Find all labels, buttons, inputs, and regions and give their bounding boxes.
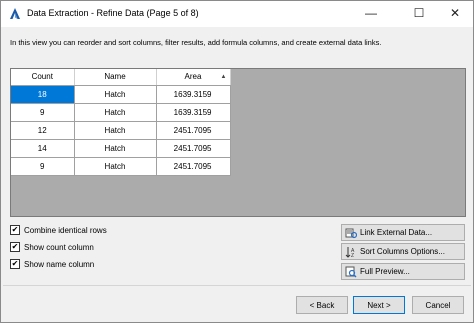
back-button[interactable]: < Back: [296, 296, 348, 314]
show-count-column-checkbox[interactable]: ✔: [10, 242, 20, 252]
column-header-label: Name: [104, 72, 126, 82]
table-row[interactable]: 14 Hatch 2451.7095: [11, 139, 231, 158]
sort-icon: A Z: [345, 246, 357, 258]
cell-count[interactable]: 9: [11, 157, 75, 176]
next-button[interactable]: Next >: [353, 296, 405, 314]
svg-text:Z: Z: [351, 253, 354, 258]
table-row[interactable]: 18 Hatch 1639.3159: [11, 85, 231, 104]
sort-columns-options-button[interactable]: A Z Sort Columns Options...: [341, 243, 465, 260]
column-header-label: Count: [31, 72, 53, 82]
cell-count[interactable]: 18: [11, 85, 75, 104]
maximize-button[interactable]: ☐: [399, 1, 439, 25]
cancel-button[interactable]: Cancel: [412, 296, 464, 314]
preview-icon: [345, 266, 357, 278]
cell-area[interactable]: 2451.7095: [156, 157, 231, 176]
table-row[interactable]: 9 Hatch 2451.7095: [11, 157, 231, 176]
show-count-column-label: Show count column: [24, 242, 94, 252]
cell-name[interactable]: Hatch: [74, 157, 157, 176]
link-external-data-button[interactable]: Link External Data...: [341, 224, 465, 241]
cell-count[interactable]: 9: [11, 103, 75, 122]
full-preview-label: Full Preview...: [360, 267, 410, 276]
page-description: In this view you can reorder and sort co…: [10, 38, 382, 47]
show-name-column-checkbox[interactable]: ✔: [10, 259, 20, 269]
combine-identical-rows-option[interactable]: ✔ Combine identical rows: [10, 224, 107, 236]
cell-area[interactable]: 1639.3159: [156, 103, 231, 122]
show-name-column-label: Show name column: [24, 259, 95, 269]
footer-divider: [3, 285, 471, 286]
sort-columns-options-label: Sort Columns Options...: [360, 247, 445, 256]
table-row[interactable]: 9 Hatch 1639.3159: [11, 103, 231, 122]
show-name-column-option[interactable]: ✔ Show name column: [10, 258, 94, 270]
link-data-icon: [345, 227, 357, 239]
minimize-button[interactable]: —: [351, 1, 391, 25]
cell-name[interactable]: Hatch: [74, 85, 157, 104]
full-preview-button[interactable]: Full Preview...: [341, 263, 465, 280]
window-title: Data Extraction - Refine Data (Page 5 of…: [27, 8, 199, 18]
cell-count[interactable]: 14: [11, 139, 75, 158]
column-header-count[interactable]: Count: [11, 69, 75, 86]
column-header-area[interactable]: Area ▲: [156, 69, 231, 86]
title-bar: Data Extraction - Refine Data (Page 5 of…: [1, 1, 473, 27]
cell-area[interactable]: 1639.3159: [156, 85, 231, 104]
cell-area[interactable]: 2451.7095: [156, 121, 231, 140]
cell-name[interactable]: Hatch: [74, 121, 157, 140]
data-extraction-dialog: Data Extraction - Refine Data (Page 5 of…: [0, 0, 474, 323]
data-grid: Count Name Area ▲ 18 Hatch 1639.3159 9 H…: [11, 69, 231, 176]
combine-identical-rows-label: Combine identical rows: [24, 225, 107, 235]
table-row[interactable]: 12 Hatch 2451.7095: [11, 121, 231, 140]
close-button[interactable]: ✕: [435, 1, 474, 25]
combine-identical-rows-checkbox[interactable]: ✔: [10, 225, 20, 235]
sort-ascending-icon: ▲: [220, 74, 227, 80]
data-grid-area[interactable]: Count Name Area ▲ 18 Hatch 1639.3159 9 H…: [10, 68, 466, 217]
link-external-data-label: Link External Data...: [360, 228, 433, 237]
autocad-a-icon: [9, 7, 21, 20]
cell-name[interactable]: Hatch: [74, 139, 157, 158]
cell-area[interactable]: 2451.7095: [156, 139, 231, 158]
show-count-column-option[interactable]: ✔ Show count column: [10, 241, 94, 253]
column-header-label: Area: [184, 72, 202, 82]
cell-count[interactable]: 12: [11, 121, 75, 140]
column-header-name[interactable]: Name: [74, 69, 157, 86]
cell-name[interactable]: Hatch: [74, 103, 157, 122]
